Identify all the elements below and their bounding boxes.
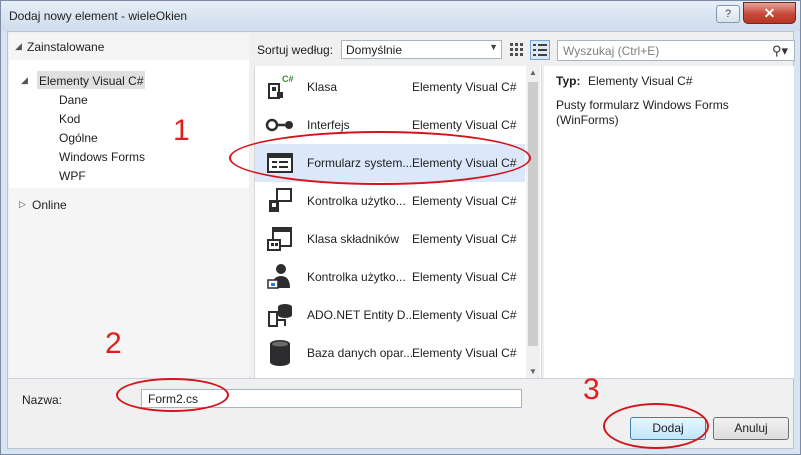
user-control-person-icon	[265, 262, 295, 292]
list-item[interactable]: Kontrolka użytko... Elementy Visual C#	[255, 182, 525, 220]
list-item[interactable]: Baza danych opar... Elementy Visual C#	[255, 334, 525, 372]
details-pane: Typ: Elementy Visual C# Pusty formularz …	[544, 66, 794, 378]
csharp-badge: C#	[282, 74, 294, 84]
list-item[interactable]: Kontrolka użytko... Elementy Visual C#	[255, 258, 525, 296]
item-language: Elementy Visual C#	[412, 80, 517, 94]
annotation-oval-name	[116, 378, 229, 412]
scroll-down-icon[interactable]: ▼	[526, 367, 540, 376]
type-label: Typ:	[556, 74, 581, 88]
sort-dropdown[interactable]: Domyślnie ▼	[341, 40, 502, 59]
grid-view-icon[interactable]	[508, 41, 526, 59]
tree-label-installed: Zainstalowane	[27, 40, 105, 54]
annotation-number-1: 1	[173, 114, 190, 147]
item-description: Pusty formularz Windows Forms (WinForms)	[556, 98, 729, 127]
tree-label-online: Online	[32, 198, 67, 212]
annotation-number-2: 2	[105, 327, 122, 360]
tree-item-dane[interactable]: Dane	[59, 93, 88, 107]
entity-model-icon	[265, 300, 295, 330]
item-language: Elementy Visual C#	[412, 346, 517, 360]
item-language: Elementy Visual C#	[412, 194, 517, 208]
item-name: Klasa	[307, 80, 338, 94]
collapse-triangle-icon[interactable]: ◢	[15, 41, 22, 52]
type-value: Elementy Visual C#	[588, 74, 693, 88]
annotation-number-3: 3	[583, 373, 600, 406]
item-language: Elementy Visual C#	[412, 118, 517, 132]
chevron-down-icon: ▼	[489, 42, 498, 52]
user-control-icon	[265, 186, 295, 216]
tree-item-ogolne[interactable]: Ogólne	[59, 131, 98, 145]
list-item[interactable]: ADO.NET Entity D... Elementy Visual C#	[255, 296, 525, 334]
item-language: Elementy Visual C#	[412, 232, 517, 246]
dialog-window: Dodaj nowy element - wieleOkien ? ✕ ◢ Za…	[0, 0, 801, 455]
component-class-icon	[265, 224, 295, 254]
class-icon: C#	[265, 72, 295, 102]
item-name: Kontrolka użytko...	[307, 270, 406, 284]
scroll-up-icon[interactable]: ▲	[526, 68, 540, 77]
sort-value: Domyślnie	[346, 43, 403, 57]
item-name: Baza danych opar...	[307, 346, 412, 360]
collapse-triangle-icon[interactable]: ◢	[21, 75, 28, 86]
list-scrollbar[interactable]: ▲ ▼	[526, 66, 540, 378]
item-name: ADO.NET Entity D...	[307, 308, 412, 322]
expand-triangle-icon[interactable]: ▷	[19, 199, 26, 210]
list-item[interactable]: Klasa składników Elementy Visual C#	[255, 220, 525, 258]
sort-label: Sortuj według:	[257, 43, 334, 57]
tree-item-visual-csharp[interactable]: Elementy Visual C#	[39, 74, 144, 88]
tree-node-installed[interactable]: ◢ Zainstalowane	[9, 34, 249, 58]
item-language: Elementy Visual C#	[412, 270, 517, 284]
window-title: Dodaj nowy element - wieleOkien	[9, 9, 188, 23]
template-tree: ◢ Zainstalowane ◢ Elementy Visual C# Dan…	[9, 34, 249, 378]
search-placeholder: Wyszukaj (Ctrl+E)	[563, 44, 660, 58]
name-label: Nazwa:	[22, 393, 63, 407]
close-button[interactable]: ✕	[743, 2, 796, 24]
tree-installed-group: ◢ Elementy Visual C# Dane Kod Ogólne Win…	[9, 60, 249, 188]
item-name: Interfejs	[307, 118, 350, 132]
cancel-button[interactable]: Anuluj	[713, 417, 789, 440]
tree-item-kod[interactable]: Kod	[59, 112, 80, 126]
list-item[interactable]: C# Klasa Elementy Visual C#	[255, 68, 525, 106]
template-list: C# Klasa Elementy Visual C# Interfejs El…	[254, 66, 542, 378]
item-language: Elementy Visual C#	[412, 308, 517, 322]
search-input[interactable]: Wyszukaj (Ctrl+E) ⚲▾	[557, 40, 795, 61]
search-icon[interactable]: ⚲▾	[772, 43, 788, 59]
tree-node-online[interactable]: ▷ Online	[9, 194, 249, 214]
tree-item-wpf[interactable]: WPF	[59, 169, 86, 183]
annotation-oval-add	[603, 403, 709, 449]
annotation-oval-item	[229, 131, 531, 185]
item-name: Kontrolka użytko...	[307, 194, 406, 208]
help-button[interactable]: ?	[716, 5, 740, 23]
database-icon	[265, 338, 295, 368]
tree-item-windows-forms[interactable]: Windows Forms	[59, 150, 145, 164]
list-view-icon[interactable]	[530, 40, 550, 60]
item-name: Klasa składników	[307, 232, 400, 246]
title-bar[interactable]: Dodaj nowy element - wieleOkien ? ✕	[1, 1, 800, 31]
scroll-thumb[interactable]	[528, 82, 538, 346]
